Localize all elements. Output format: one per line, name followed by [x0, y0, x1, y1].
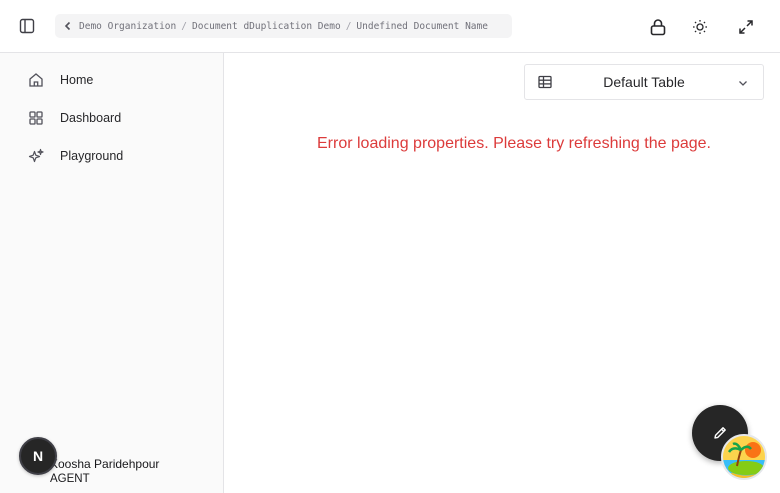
home-icon [24, 68, 48, 92]
avatar-letter: N [32, 448, 44, 464]
assistant-mascot-icon[interactable] [721, 434, 767, 480]
top-bar: Demo Organization / Document dDuplicatio… [0, 0, 780, 53]
breadcrumb-item-project[interactable]: Document dDuplication Demo [192, 21, 341, 32]
sidebar: Home Dashboard Playground Koosha Parideh… [0, 53, 224, 493]
breadcrumb-item-organization[interactable]: Demo Organization [79, 21, 176, 32]
panel-left-icon[interactable] [16, 15, 38, 37]
table-select-value: Default Table [603, 74, 685, 90]
breadcrumb: Demo Organization / Document dDuplicatio… [55, 14, 512, 38]
pencil-icon [712, 425, 728, 441]
sidebar-item-label: Dashboard [60, 111, 122, 125]
sun-icon[interactable] [688, 15, 712, 39]
breadcrumb-separator: / [181, 20, 187, 32]
breadcrumb-separator: / [345, 20, 352, 32]
expand-icon[interactable] [734, 15, 758, 39]
dashboard-icon [24, 106, 48, 130]
lock-icon[interactable] [646, 15, 670, 39]
sidebar-item-playground[interactable]: Playground [16, 141, 212, 171]
sidebar-item-home[interactable]: Home [16, 65, 212, 95]
chevron-down-icon [737, 76, 749, 88]
chevron-left-icon[interactable] [63, 21, 73, 31]
sidebar-item-label: Home [60, 73, 94, 87]
error-message: Error loading properties. Please try ref… [317, 135, 711, 152]
user-name: Koosha Paridehpour [50, 457, 160, 471]
sparkles-icon [24, 144, 48, 168]
user-role: AGENT [50, 473, 90, 485]
table-select[interactable]: Default Table [524, 64, 764, 100]
user-profile[interactable]: Koosha Paridehpour AGENT N [18, 437, 218, 485]
sidebar-item-dashboard[interactable]: Dashboard [16, 103, 212, 133]
sidebar-item-label: Playground [60, 149, 124, 163]
avatar[interactable]: N [19, 437, 57, 475]
breadcrumb-item-document[interactable]: Undefined Document Name [356, 21, 488, 32]
